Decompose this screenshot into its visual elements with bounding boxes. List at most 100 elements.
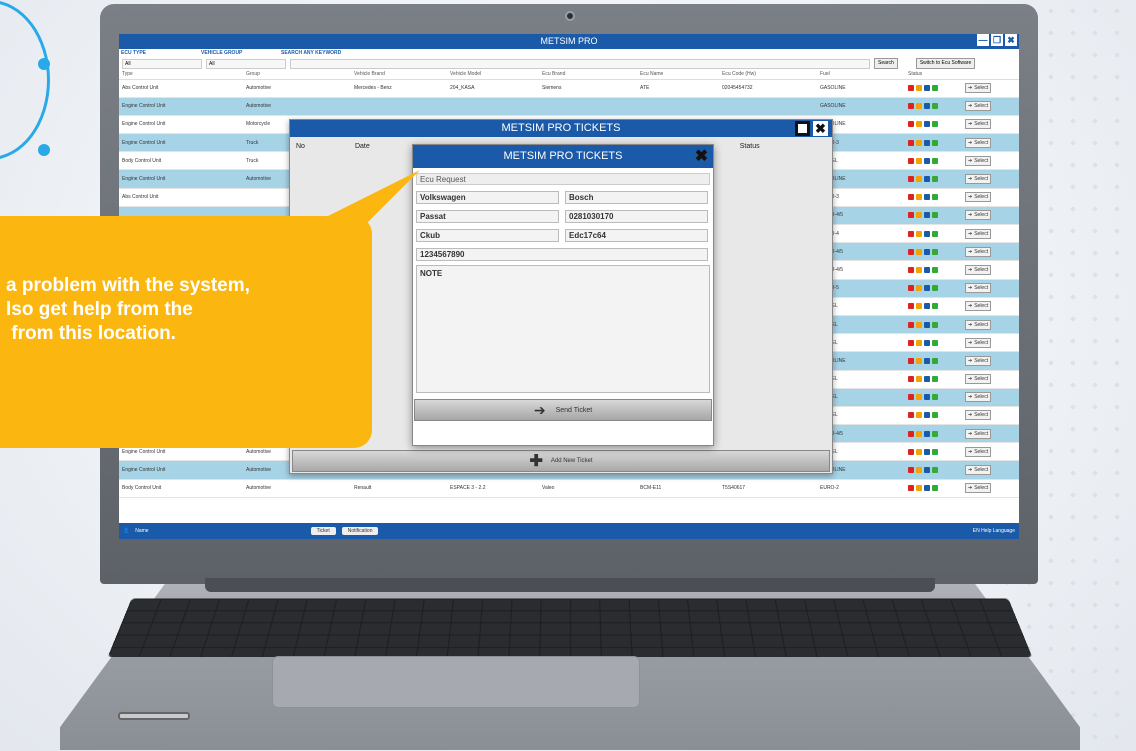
- lock-icon: [908, 303, 914, 310]
- select-button[interactable]: ➔ Select: [965, 428, 992, 439]
- help-language[interactable]: EN Help Language: [973, 528, 1015, 534]
- decor-orbit: [0, 0, 50, 160]
- select-label: Select: [974, 376, 989, 383]
- maximize-icon[interactable]: [795, 121, 810, 136]
- table-row[interactable]: Abs Control Unit Automotive Mercedes - Ben…: [119, 79, 1019, 98]
- users-icon: [924, 467, 930, 474]
- column-header[interactable]: Ecu Name: [637, 70, 719, 80]
- users-icon: [924, 157, 930, 164]
- select-button[interactable]: ➔ Select: [965, 155, 992, 166]
- select-cell: ➔ Select: [962, 406, 1019, 426]
- select-button[interactable]: ➔ Select: [965, 301, 992, 312]
- arrow-right-icon: ➔: [968, 376, 973, 383]
- select-button[interactable]: ➔ Select: [965, 210, 992, 221]
- select-button[interactable]: ➔ Select: [965, 228, 992, 239]
- table-cell: ESPACE 3 - 2.2: [447, 479, 539, 498]
- column-header[interactable]: Vehicle Model: [447, 70, 539, 80]
- select-label: Select: [974, 430, 989, 437]
- lock-icon: [908, 430, 914, 437]
- status-icons: [905, 169, 962, 189]
- column-header[interactable]: Group: [243, 70, 351, 80]
- select-label: Select: [974, 321, 989, 328]
- engine-field[interactable]: Ckub: [416, 229, 559, 242]
- ecu-code-field[interactable]: 0281030170: [565, 210, 708, 223]
- warning-icon: [916, 85, 922, 92]
- search-button[interactable]: Search: [874, 58, 898, 69]
- note-textarea[interactable]: NOTE: [416, 265, 710, 393]
- phone-field[interactable]: 1234567890: [416, 248, 708, 261]
- select-button[interactable]: ➔ Select: [965, 83, 992, 94]
- arrow-right-icon: ➔: [968, 339, 973, 346]
- column-header[interactable]: Status: [905, 70, 962, 80]
- select-button[interactable]: ➔ Select: [965, 101, 992, 112]
- warning-icon: [916, 194, 922, 201]
- close-button[interactable]: ✖: [1005, 34, 1017, 46]
- arrow-right-icon: ➔: [968, 303, 973, 310]
- table-row[interactable]: Engine Control UnitAutomotive GASOLINE ➔Se…: [119, 97, 1019, 116]
- notification-button[interactable]: Notification: [341, 527, 379, 535]
- column-header[interactable]: Fuel: [817, 70, 905, 80]
- select-button[interactable]: ➔ Select: [965, 192, 992, 203]
- select-button[interactable]: ➔ Select: [965, 446, 992, 457]
- select-label: Select: [974, 103, 989, 110]
- select-button[interactable]: ➔ Select: [965, 246, 992, 257]
- callout-text: a problem with the system, lso get help …: [6, 274, 250, 346]
- select-button[interactable]: ➔ Select: [965, 119, 992, 130]
- switch-software-button[interactable]: Switch to Ecu Software: [915, 58, 976, 69]
- table-cell: 204_KASA: [447, 79, 539, 98]
- table-cell: [539, 97, 637, 116]
- keyword-label: SEARCH ANY KEYWORD: [281, 50, 342, 56]
- select-button[interactable]: ➔ Select: [965, 174, 992, 185]
- warning-icon: [916, 448, 922, 455]
- select-button[interactable]: ➔ Select: [965, 374, 992, 385]
- select-button[interactable]: ➔ Select: [965, 283, 992, 294]
- column-header[interactable]: Vehicle Brand: [351, 70, 447, 80]
- select-button[interactable]: ➔ Select: [965, 410, 992, 421]
- table-cell: [719, 97, 817, 116]
- select-cell: ➔ Select: [962, 188, 1019, 207]
- column-header[interactable]: Type: [119, 70, 243, 80]
- table-row[interactable]: Body Control Unit Automotive Renault ESPACE…: [119, 479, 1019, 498]
- ticket-button[interactable]: Ticket: [310, 527, 336, 535]
- select-button[interactable]: ➔ Select: [965, 483, 992, 494]
- vehicle-group-select[interactable]: All: [206, 58, 286, 69]
- status-icons: [905, 315, 962, 335]
- select-button[interactable]: ➔ Select: [965, 137, 992, 148]
- brand-field[interactable]: Volkswagen: [416, 191, 559, 204]
- column-header[interactable]: Ecu Code (Hw): [719, 70, 817, 80]
- doc-icon: [932, 285, 938, 292]
- model-field[interactable]: Passat: [416, 210, 559, 223]
- select-button[interactable]: ➔ Select: [965, 264, 992, 275]
- warning-icon: [916, 430, 922, 437]
- arrow-right-icon: ➔: [968, 357, 973, 364]
- select-cell: ➔ Select: [962, 370, 1019, 389]
- select-label: Select: [974, 85, 989, 92]
- select-button[interactable]: ➔ Select: [965, 392, 992, 403]
- select-button[interactable]: ➔ Select: [965, 337, 992, 348]
- tickets-dialog-titlebar: METSIM PRO TICKETS ✖: [290, 120, 832, 137]
- ecu-type-select[interactable]: All: [122, 58, 202, 69]
- restore-button[interactable]: ❐: [991, 34, 1003, 46]
- warning-icon: [916, 248, 922, 255]
- request-type-select[interactable]: Ecu Request: [416, 173, 710, 185]
- lock-icon: [908, 357, 914, 364]
- table-cell: Engine Control Unit: [119, 133, 243, 153]
- minimize-button[interactable]: —: [977, 34, 989, 46]
- ecu-brand-field[interactable]: Bosch: [565, 191, 708, 204]
- lock-icon: [908, 448, 914, 455]
- ecu-name-field[interactable]: Edc17c64: [565, 229, 708, 242]
- select-button[interactable]: ➔ Select: [965, 465, 992, 476]
- select-button[interactable]: ➔ Select: [965, 355, 992, 366]
- lock-icon: [908, 139, 914, 146]
- select-label: Select: [974, 485, 989, 492]
- status-icons: [905, 151, 962, 171]
- column-header[interactable]: Ecu Brand: [539, 70, 637, 80]
- add-ticket-button[interactable]: ✚ Add New Ticket: [292, 450, 830, 472]
- send-ticket-button[interactable]: ➔ Send Ticket: [414, 399, 712, 421]
- close-icon[interactable]: ✖: [694, 149, 709, 165]
- keyword-search-input[interactable]: [290, 58, 870, 69]
- status-icons: [905, 242, 962, 262]
- close-icon[interactable]: ✖: [813, 121, 828, 136]
- select-button[interactable]: ➔ Select: [965, 319, 992, 330]
- select-label: Select: [974, 212, 989, 219]
